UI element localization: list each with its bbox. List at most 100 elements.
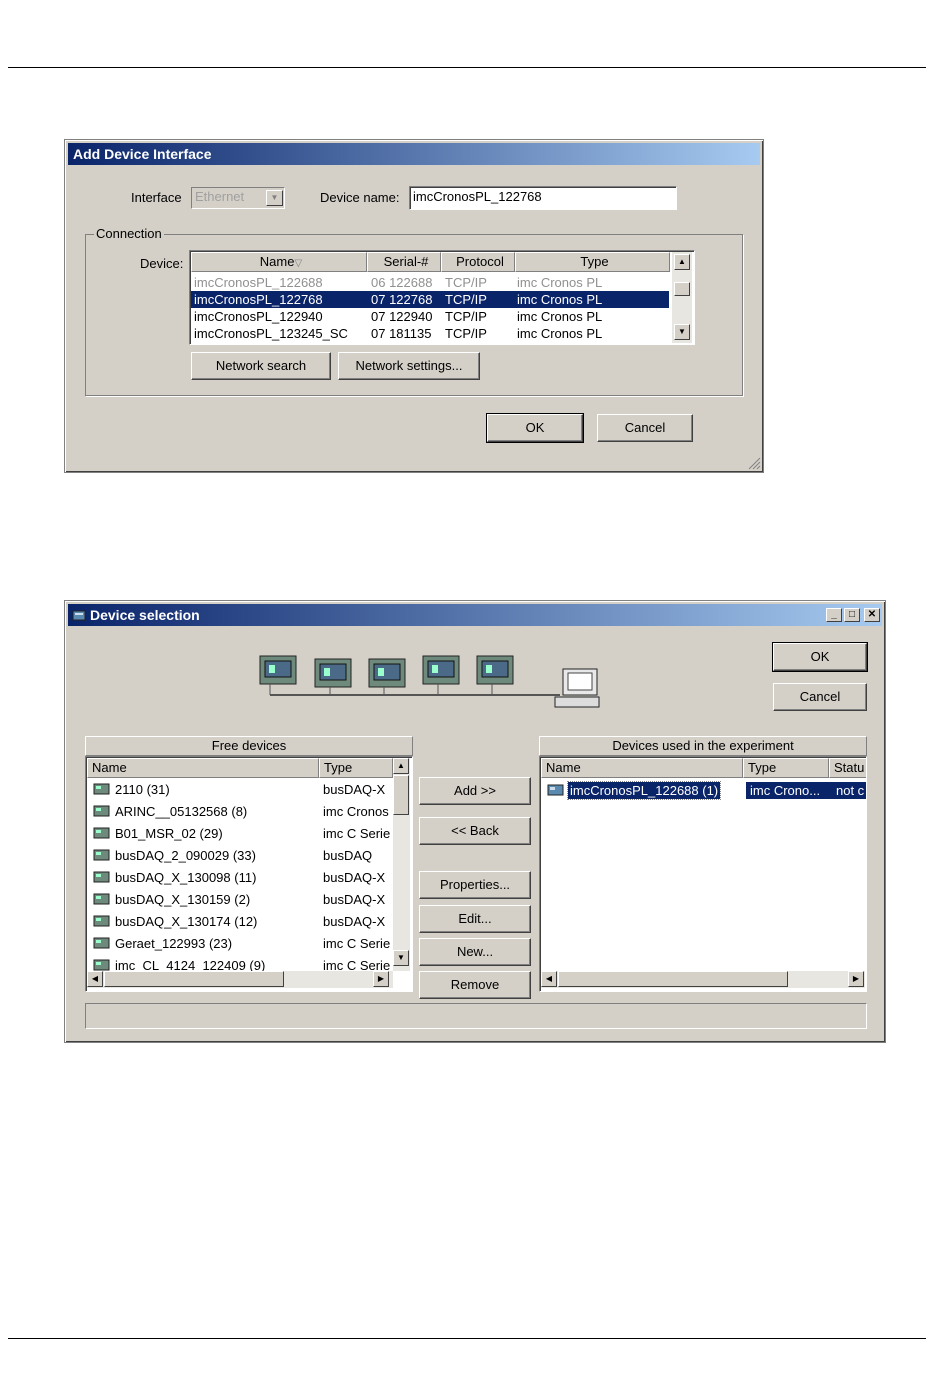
device-type: busDAQ-X	[323, 782, 386, 797]
chevron-down-icon[interactable]: ▼	[266, 190, 283, 206]
interface-label: Interface	[131, 190, 182, 205]
maximize-icon[interactable]: □	[844, 608, 860, 622]
network-search-button[interactable]: Network search	[191, 352, 331, 380]
column-header-status[interactable]: Statu	[829, 758, 866, 778]
ok-button[interactable]: OK	[772, 642, 868, 672]
device-name: busDAQ_X_130098 (11)	[115, 870, 257, 885]
minimize-icon[interactable]: _	[826, 608, 842, 622]
table-row[interactable]: imcCronosPL_122688 06 122688 TCP/IP imc …	[191, 274, 669, 291]
table-row-selected[interactable]: imcCronosPL_122768 07 122768 TCP/IP imc …	[191, 291, 669, 308]
device-type: busDAQ-X	[323, 914, 386, 929]
scroll-down-icon[interactable]: ▼	[674, 324, 690, 340]
used-devices-list[interactable]: Name Type Statu imcCronosPL_122688 (1) i…	[539, 756, 867, 992]
edit-button[interactable]: Edit...	[419, 905, 531, 933]
new-button[interactable]: New...	[419, 938, 531, 966]
column-header-name[interactable]: Name	[541, 758, 743, 778]
device-graphic-4	[422, 655, 460, 685]
device-type: imc C Serie	[323, 826, 391, 841]
list-item[interactable]: busDAQ_X_130174 (12) busDAQ-X	[87, 913, 392, 930]
free-devices-header: Free devices	[85, 736, 413, 756]
scroll-thumb[interactable]	[558, 971, 788, 987]
device-name-value: imcCronosPL_122768	[413, 189, 542, 204]
network-devices-illustration	[259, 655, 600, 708]
resize-grip-icon[interactable]	[745, 454, 761, 470]
column-header-protocol[interactable]: Protocol	[441, 252, 515, 272]
device-type: busDAQ-X	[323, 870, 386, 885]
dialog-title: Device selection	[90, 607, 200, 623]
network-settings-button[interactable]: Network settings...	[338, 352, 480, 380]
list-item[interactable]: imcCronosPL_122688 (1) imc Crono... not …	[541, 781, 866, 800]
device-name: B01_MSR_02 (29)	[115, 826, 223, 841]
device-selection-dialog: Device selection _ □ ✕ OK Cancel Free de…	[64, 600, 886, 1043]
table-row[interactable]: imcCronosPL_122940 07 122940 TCP/IP imc …	[191, 308, 669, 325]
horizontal-scrollbar[interactable]: ◀ ▶	[541, 971, 865, 988]
device-app-icon	[72, 610, 86, 621]
status-bar	[85, 1003, 867, 1029]
device-icon	[93, 827, 110, 839]
device-name: busDAQ_X_130159 (2)	[115, 892, 251, 907]
device-name: busDAQ_X_130174 (12)	[115, 914, 258, 929]
device-graphic-3	[368, 658, 406, 688]
scroll-up-icon[interactable]: ▲	[393, 758, 409, 774]
properties-button[interactable]: Properties...	[419, 871, 531, 899]
device-icon	[93, 849, 110, 861]
device-type: busDAQ-X	[323, 892, 386, 907]
device-icon	[547, 784, 564, 796]
used-item-status: not c	[832, 782, 866, 799]
device-name-label: Device name:	[320, 190, 400, 205]
device-type: imc C Serie	[323, 936, 391, 951]
device-type: imc Cronos	[323, 804, 389, 819]
connection-label: Connection	[94, 226, 164, 241]
column-header-name[interactable]: Name	[87, 758, 319, 778]
cancel-button[interactable]: Cancel	[773, 683, 867, 711]
device-name-field[interactable]: imcCronosPL_122768	[409, 186, 677, 210]
scroll-left-icon[interactable]: ◀	[87, 971, 103, 987]
horizontal-scrollbar[interactable]: ◀ ▶	[87, 971, 393, 988]
ok-button[interactable]: OK	[486, 413, 584, 443]
bottom-rule	[8, 1338, 926, 1339]
scroll-thumb[interactable]	[393, 775, 409, 815]
back-button[interactable]: << Back	[419, 817, 531, 845]
free-devices-list[interactable]: Name Type 2110 (31) busDAQ-X ARINC__051325…	[85, 756, 413, 992]
scroll-right-icon[interactable]: ▶	[848, 971, 864, 987]
remove-button[interactable]: Remove	[419, 971, 531, 999]
scroll-down-icon[interactable]: ▼	[393, 950, 409, 966]
column-header-type[interactable]: Type	[515, 252, 670, 272]
interface-value: Ethernet	[195, 189, 245, 204]
device-name: ARINC__05132568 (8)	[115, 804, 248, 819]
list-item[interactable]: busDAQ_X_130098 (11) busDAQ-X	[87, 869, 392, 886]
device-graphic-5	[476, 655, 514, 685]
scroll-right-icon[interactable]: ▶	[373, 971, 389, 987]
device-icon	[93, 893, 110, 905]
list-item[interactable]: busDAQ_X_130159 (2) busDAQ-X	[87, 891, 392, 908]
device-list[interactable]: Name▽ Serial-# Protocol Type imcCronosPL…	[189, 250, 695, 345]
scroll-thumb[interactable]	[674, 282, 690, 296]
scroll-left-icon[interactable]: ◀	[541, 971, 557, 987]
column-header-type[interactable]: Type	[743, 758, 829, 778]
column-header-name[interactable]: Name▽	[191, 252, 367, 272]
column-header-serial[interactable]: Serial-#	[367, 252, 441, 272]
device-graphic-2	[314, 658, 352, 688]
column-header-type[interactable]: Type	[319, 758, 393, 778]
scroll-up-icon[interactable]: ▲	[674, 254, 690, 270]
device-icon	[93, 783, 110, 795]
device-name: busDAQ_2_090029 (33)	[115, 848, 256, 863]
vertical-scrollbar[interactable]: ▲ ▼	[393, 758, 410, 971]
list-item[interactable]: ARINC__05132568 (8) imc Cronos	[87, 803, 392, 820]
close-icon[interactable]: ✕	[864, 608, 880, 622]
list-item[interactable]: Geraet_122993 (23) imc C Serie	[87, 935, 392, 952]
vertical-scrollbar[interactable]: ▲ ▼	[672, 252, 692, 343]
table-row[interactable]: imcCronosPL_123245_SC 07 181135 TCP/IP i…	[191, 325, 669, 342]
device-graphic-1	[259, 655, 297, 685]
device-name: Geraet_122993 (23)	[115, 936, 233, 951]
list-item[interactable]: 2110 (31) busDAQ-X	[87, 781, 392, 798]
cancel-button[interactable]: Cancel	[597, 414, 693, 442]
list-item[interactable]: busDAQ_2_090029 (33) busDAQ	[87, 847, 392, 864]
interface-combo[interactable]: Ethernet ▼	[191, 187, 285, 209]
device-name: 2110 (31)	[115, 782, 170, 797]
device-type: busDAQ	[323, 848, 373, 863]
list-item[interactable]: B01_MSR_02 (29) imc C Serie	[87, 825, 392, 842]
scroll-thumb[interactable]	[104, 971, 284, 987]
dialog-title-bar: Device selection _ □ ✕	[68, 604, 882, 626]
add-button[interactable]: Add >>	[419, 777, 531, 805]
